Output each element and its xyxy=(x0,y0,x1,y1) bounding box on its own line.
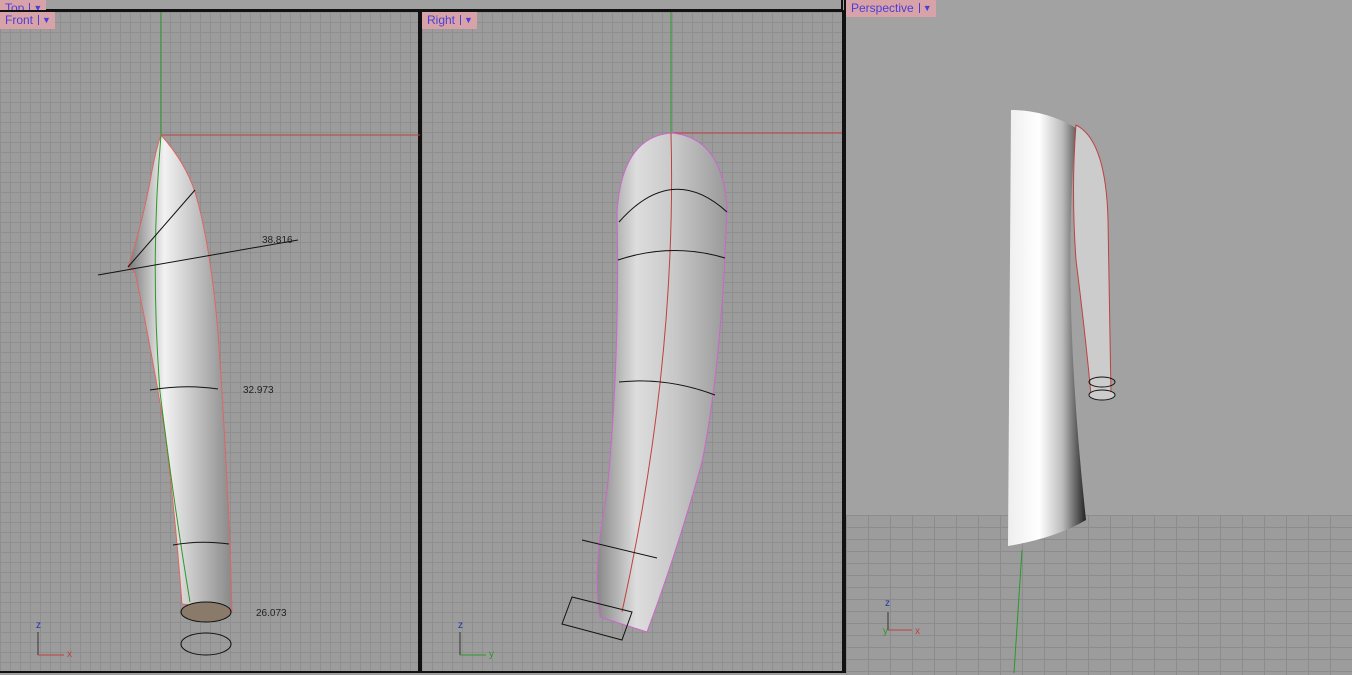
right-viewport[interactable]: Right ▼ z y xyxy=(420,10,844,673)
sleeve xyxy=(1073,124,1112,396)
front-viewport[interactable]: Front ▼ 38.816 32.973 26.073 z x xyxy=(0,10,420,673)
right-scene xyxy=(459,12,842,656)
axis-label-y: y xyxy=(883,626,888,637)
dimension-text: 32.973 xyxy=(243,385,274,396)
axis-label-y: y xyxy=(489,649,494,660)
front-scene xyxy=(37,12,420,656)
perspective-scene xyxy=(887,110,1116,673)
dimension-text: 38.816 xyxy=(262,235,293,246)
axis-label-x: x xyxy=(67,649,72,660)
perspective-viewport[interactable]: Perspective ▼ z y x xyxy=(844,0,1352,675)
axis-label-z: z xyxy=(458,620,463,631)
axis-label-z: z xyxy=(36,620,41,631)
axis-label-x: x xyxy=(915,626,920,637)
axis-label-z: z xyxy=(885,598,890,609)
dimension-text: 26.073 xyxy=(256,608,287,619)
